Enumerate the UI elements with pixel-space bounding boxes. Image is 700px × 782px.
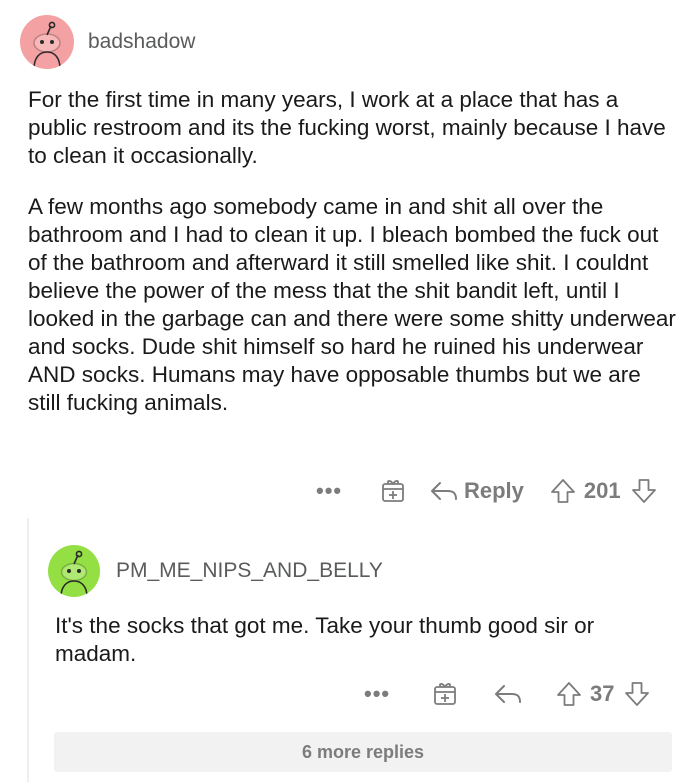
downvote-button[interactable] <box>631 478 657 504</box>
reply-upvote-button[interactable] <box>556 681 582 707</box>
comment-paragraph: For the first time in many years, I work… <box>28 87 666 168</box>
award-button[interactable] <box>380 478 406 504</box>
reply-button[interactable]: Reply <box>430 478 524 504</box>
reply-actions: ••• 37 <box>364 681 650 707</box>
vote-score: 201 <box>583 478 621 503</box>
reply-icon <box>495 685 521 703</box>
avatar[interactable] <box>20 15 74 69</box>
award-icon <box>434 683 456 705</box>
comment-paragraph: A few months ago somebody came in and sh… <box>28 194 676 415</box>
reply-reply-button[interactable] <box>494 683 522 705</box>
comment-actions: ••• Reply 201 <box>316 478 657 504</box>
comment-body: For the first time in many years, I work… <box>28 86 678 417</box>
reply-paragraph: It's the socks that got me. Take your th… <box>55 613 595 666</box>
upvote-icon <box>557 682 581 706</box>
award-icon <box>382 480 404 502</box>
snoo-avatar-icon <box>48 545 100 597</box>
more-replies-button[interactable]: 6 more replies <box>54 732 672 772</box>
reply-avatar[interactable] <box>48 545 100 597</box>
snoo-avatar-icon <box>20 15 74 69</box>
downvote-icon <box>625 682 650 706</box>
upvote-icon <box>551 479 575 503</box>
reply-username[interactable]: PM_ME_NIPS_AND_BELLY <box>116 559 383 583</box>
reply-downvote-button[interactable] <box>624 681 650 707</box>
reply-icon <box>431 482 457 500</box>
reply-body: It's the socks that got me. Take your th… <box>55 612 675 668</box>
downvote-icon <box>631 479 656 503</box>
more-options-button[interactable]: ••• <box>316 478 380 504</box>
upvote-button[interactable] <box>550 478 576 504</box>
reply-more-options-button[interactable]: ••• <box>364 681 432 707</box>
reply-label: Reply <box>464 478 524 503</box>
reply-vote-score: 37 <box>590 681 615 706</box>
reply-award-button[interactable] <box>432 681 458 707</box>
thread-line[interactable] <box>27 518 29 782</box>
comment-username[interactable]: badshadow <box>88 30 195 54</box>
